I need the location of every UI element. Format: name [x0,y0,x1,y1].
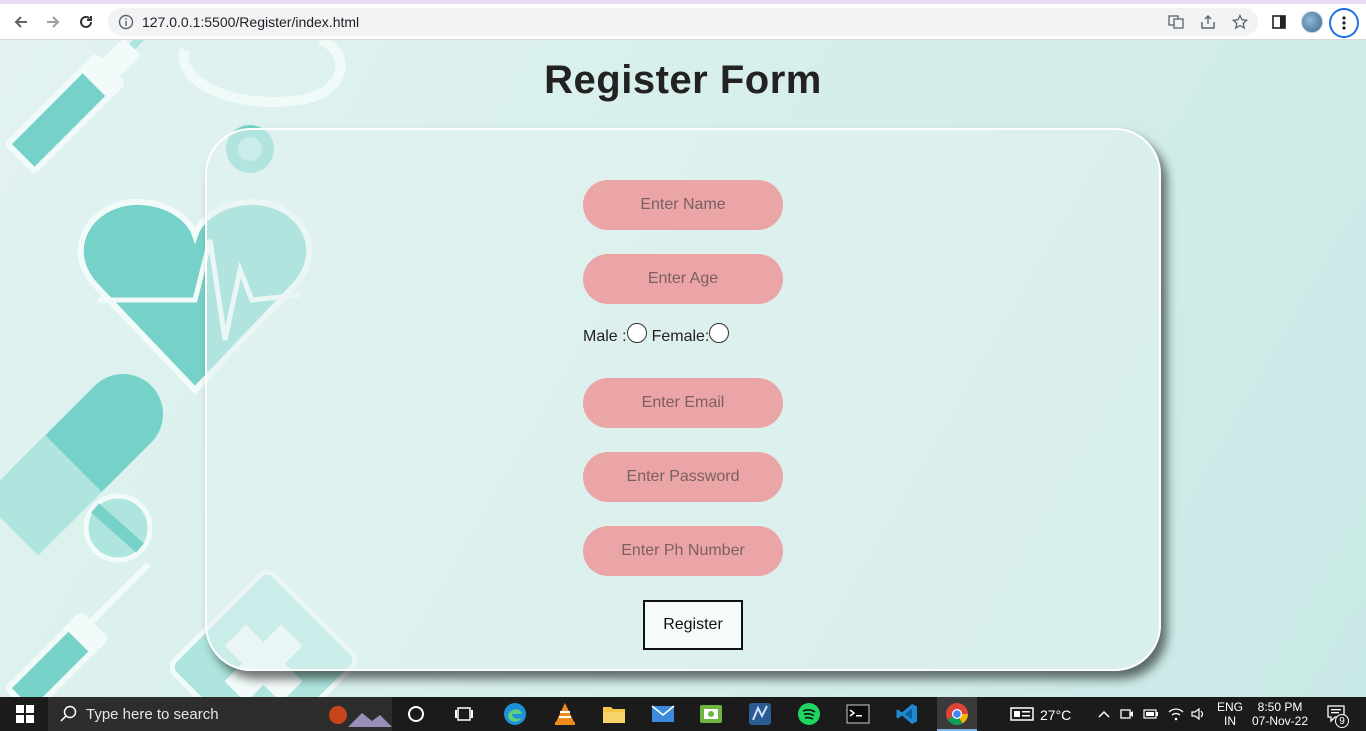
clock-date: 07-Nov-22 [1251,714,1309,728]
bookmark-star-icon[interactable] [1230,13,1250,31]
search-icon [60,705,78,723]
terminal-icon[interactable] [841,697,875,731]
site-info-icon[interactable] [118,14,134,34]
region-code: IN [1224,714,1236,728]
wifi-icon[interactable] [1167,697,1185,731]
language-indicator[interactable]: ENG IN [1214,700,1246,728]
url-text: 127.0.0.1:5500/Register/index.html [142,14,360,30]
task-view-icon[interactable] [448,697,480,731]
weather-temperature[interactable]: 27°C [1040,708,1071,722]
profile-avatar[interactable] [1301,11,1323,33]
share-icon[interactable] [1198,13,1218,31]
notification-count-badge: 9 [1335,714,1349,728]
language-code: ENG [1216,700,1243,714]
battery-icon[interactable] [1142,697,1160,731]
taskbar-search[interactable]: Type here to search [48,697,392,731]
file-explorer-icon[interactable] [597,697,631,731]
email-input[interactable] [583,378,783,428]
reload-icon[interactable] [73,10,99,34]
side-panel-icon[interactable] [1266,10,1292,34]
clock[interactable]: 8:50 PM 07-Nov-22 [1250,700,1310,728]
female-radio[interactable] [709,323,730,343]
back-icon[interactable] [8,10,34,34]
female-label: Female: [651,328,710,345]
password-input[interactable] [583,452,783,502]
mail-icon[interactable] [646,697,680,731]
browser-toolbar: 127.0.0.1:5500/Register/index.html [0,4,1366,40]
register-button[interactable]: Register [643,600,743,650]
translate-icon[interactable] [1166,13,1186,31]
age-input[interactable] [583,254,783,304]
vlc-icon[interactable] [548,697,582,731]
tray-chevron-icon[interactable] [1095,697,1113,731]
phone-input[interactable] [583,526,783,576]
meet-now-icon[interactable] [1118,697,1136,731]
gender-selector: Male : Female: [583,323,730,346]
address-bar[interactable]: 127.0.0.1:5500/Register/index.html [108,8,1258,36]
page-title: Register Form [544,58,822,102]
search-placeholder: Type here to search [86,705,219,723]
forward-icon[interactable] [40,10,66,34]
clock-time: 8:50 PM [1257,700,1303,714]
app-icon-blue[interactable] [743,697,777,731]
volume-icon[interactable] [1190,697,1208,731]
name-input[interactable] [583,180,783,230]
male-radio[interactable] [626,323,647,343]
spotify-icon[interactable] [792,697,826,731]
vscode-icon[interactable] [890,697,924,731]
notifications-icon[interactable]: 9 [1322,697,1352,731]
search-highlight-icon [328,703,392,731]
whiteboard-icon[interactable] [694,697,728,731]
browser-menu-icon[interactable] [1329,8,1359,38]
windows-start-icon[interactable] [12,697,38,731]
edge-icon[interactable] [498,697,532,731]
cortana-icon[interactable] [400,697,432,731]
male-label: Male : [583,328,627,345]
weather-icon[interactable] [1008,697,1036,731]
chrome-icon[interactable] [937,697,977,731]
page-viewport: Register Form Male : Female: Register [0,40,1366,697]
windows-taskbar: Type here to search 27°C ENG IN 8:50 PM … [0,697,1366,731]
